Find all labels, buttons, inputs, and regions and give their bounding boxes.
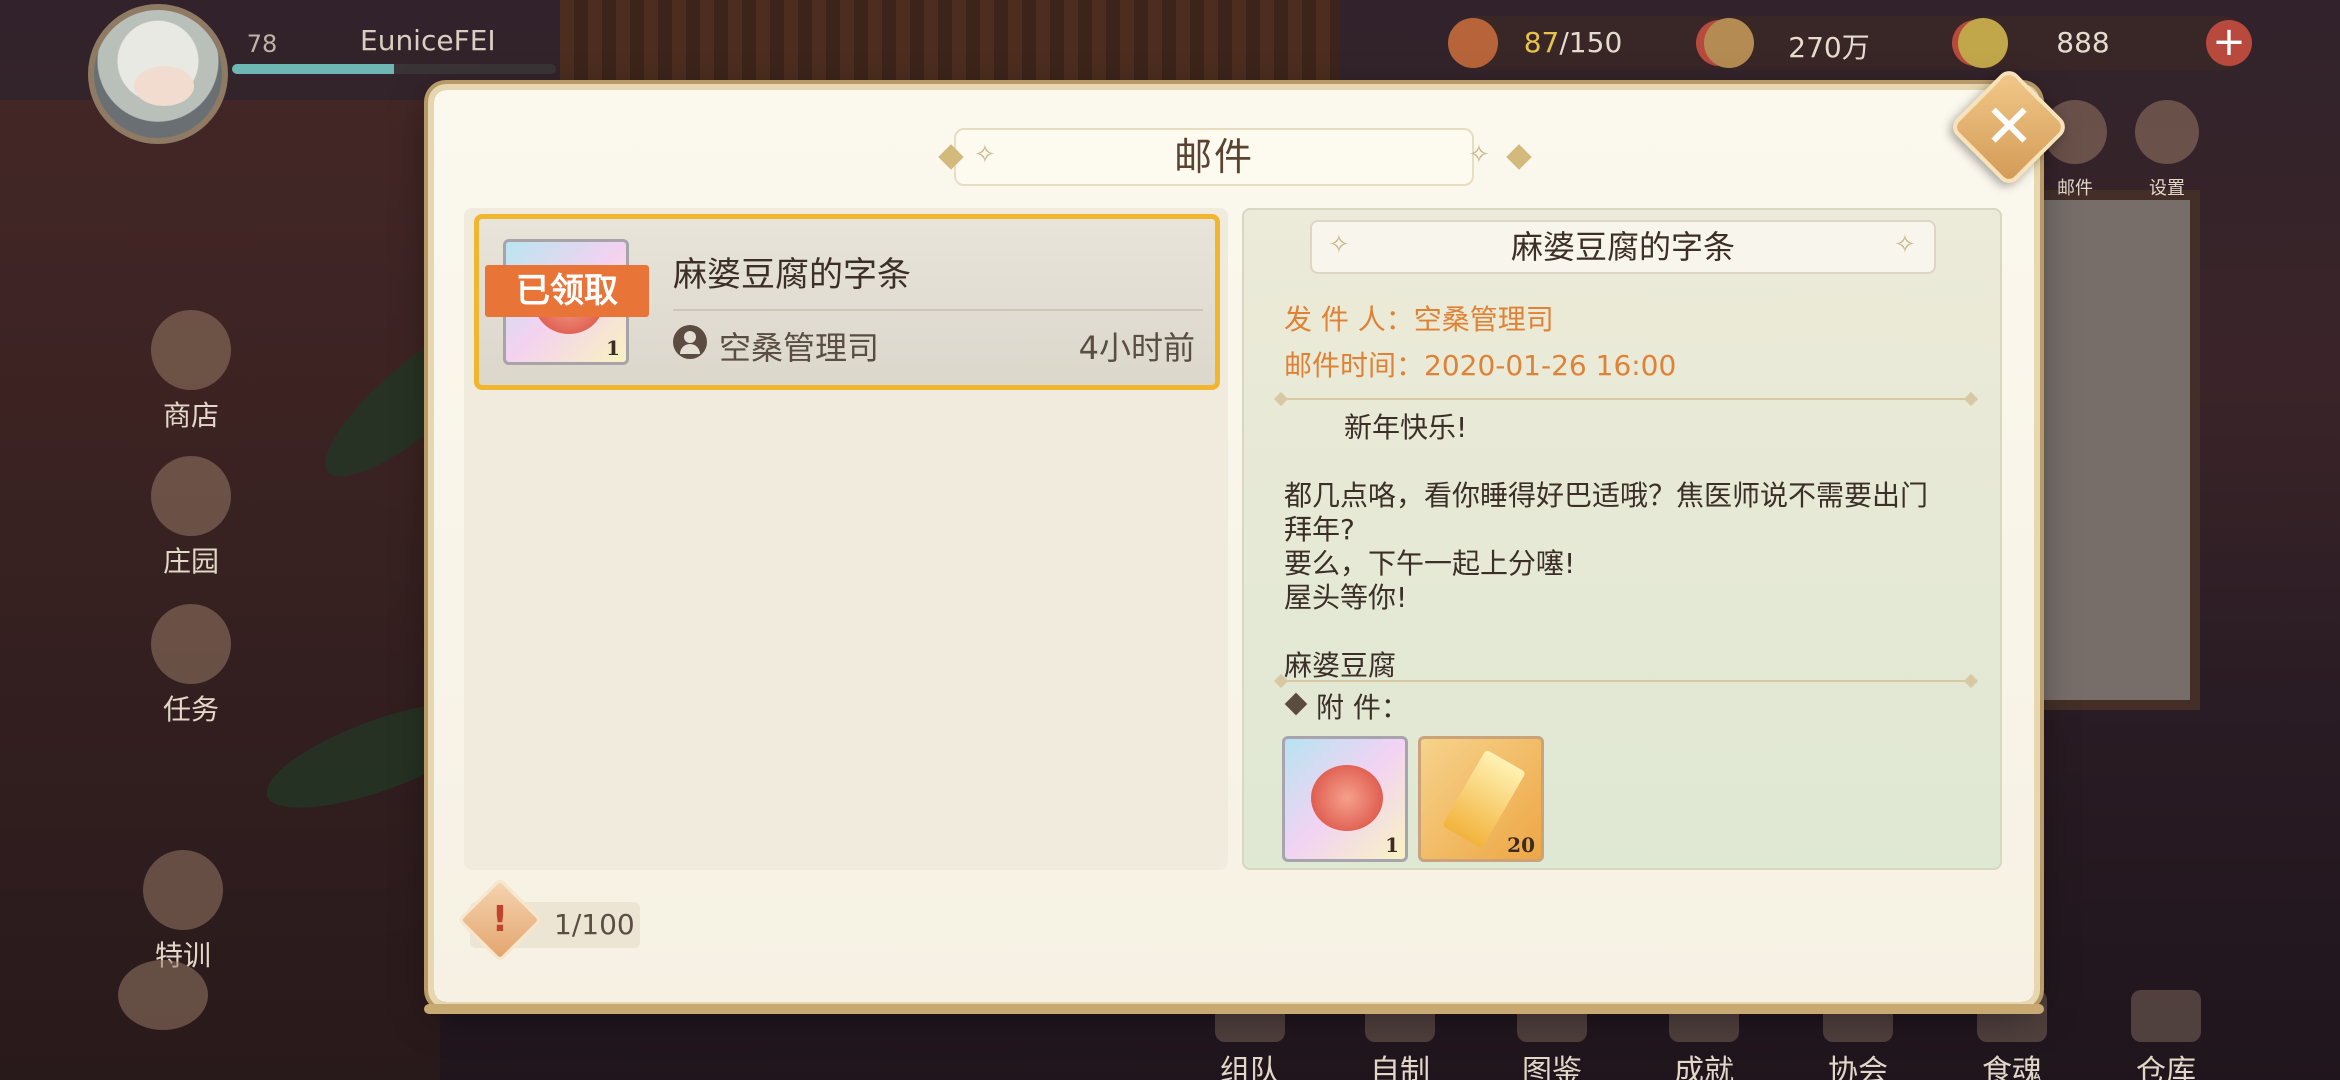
divider: [1280, 398, 1970, 400]
player-avatar[interactable]: [88, 4, 228, 144]
sparkle-icon: ✧: [974, 140, 996, 170]
attachment-item[interactable]: 1: [1282, 736, 1408, 862]
dialog-trim: [424, 1004, 2044, 1014]
shop-icon: [151, 310, 231, 390]
detail-time: 邮件时间：2020-01-26 16:00: [1284, 349, 1677, 382]
mail-list-item[interactable]: 1 已领取 麻婆豆腐的字条 空桑管理司 4小时前: [474, 214, 1220, 390]
guild-label: 协会: [1828, 1054, 1888, 1080]
avatar-face: [134, 66, 194, 106]
quest-label: 任务: [162, 693, 219, 726]
claimed-badge: 已领取: [485, 265, 649, 317]
gear-icon: [2135, 100, 2199, 164]
chat-button[interactable]: [108, 960, 218, 1034]
quest-icon: [151, 604, 231, 684]
warehouse-label: 仓库: [2136, 1054, 2196, 1080]
coins-value: 270万: [1788, 31, 1870, 64]
body-line: 都几点咯，看你睡得好巴适哦？焦医师说不需要出门: [1284, 479, 1929, 512]
gems-value: 888: [2056, 26, 2110, 59]
divider-ornament: [1963, 673, 1979, 689]
dialog-title-banner: 邮件: [954, 128, 1474, 186]
sparkle-icon: ✧: [1468, 140, 1490, 170]
chat-bubble-icon: [118, 960, 208, 1030]
manor-button[interactable]: 庄园: [136, 456, 246, 580]
team-label: 组队: [1220, 1054, 1280, 1080]
sparkle-icon: ✧: [1894, 230, 1916, 260]
mail-dialog: 邮件 ✧ ✧ 1 已领取 麻婆豆腐的字条 空桑管理司 4小时前 ! 1/100 …: [424, 90, 2044, 1014]
stamina-resource: 87/150 +: [1448, 16, 1742, 70]
manor-label: 庄园: [162, 545, 219, 578]
attachment-quantity: 20: [1507, 833, 1535, 857]
player-name: EuniceFEI: [360, 24, 496, 57]
body-line: 新年快乐!: [1344, 411, 1468, 444]
warehouse-icon: [2131, 990, 2201, 1042]
signature: 麻婆豆腐: [1284, 649, 1397, 682]
thumbnail-quantity: 1: [606, 336, 620, 360]
shop-button[interactable]: 商店: [136, 310, 246, 434]
detail-sender: 发 件 人：空桑管理司: [1284, 303, 1554, 336]
food-soul-label: 食魂: [1982, 1054, 2042, 1080]
divider: [1280, 680, 1970, 682]
mail-item-time: 4小时前: [1078, 329, 1195, 367]
mail-count: 1/100: [554, 908, 635, 941]
mail-item-sender: 空桑管理司: [719, 329, 880, 367]
user-icon-body: [680, 344, 700, 354]
training-icon: [143, 850, 223, 930]
mail-item-divider: [673, 309, 1203, 311]
pepper-charm-icon: [1311, 765, 1383, 831]
mail-detail-panel: 麻婆豆腐的字条 ✧ ✧ 发 件 人：空桑管理司 邮件时间：2020-01-26 …: [1242, 208, 2002, 870]
body-line: 屋头等你!: [1284, 581, 1408, 614]
detail-title-banner: 麻婆豆腐的字条: [1310, 220, 1936, 274]
quest-button[interactable]: 任务: [136, 604, 246, 728]
gems-resource: 888 +: [1958, 16, 2252, 70]
manor-icon: [151, 456, 231, 536]
shop-label: 商店: [162, 399, 219, 432]
coins-resource: 270万 +: [1704, 16, 1998, 70]
codex-label: 图鉴: [1522, 1054, 1582, 1080]
stamina-value: 87/150: [1452, 26, 1694, 59]
achievement-label: 成就: [1674, 1054, 1734, 1080]
banner-ornament-icon: [1506, 144, 1532, 170]
user-icon: [673, 325, 707, 359]
mail-item-title: 麻婆豆腐的字条: [673, 255, 911, 295]
exp-fill: [232, 64, 394, 74]
attachments-label: 附 件：: [1316, 691, 1409, 724]
warehouse-button[interactable]: 仓库: [2106, 990, 2226, 1080]
settings-label: 设置: [2149, 178, 2185, 199]
exp-bar: [232, 64, 556, 74]
mail-list[interactable]: 1 已领取 麻婆豆腐的字条 空桑管理司 4小时前: [464, 208, 1228, 870]
settings-button[interactable]: 设置: [2112, 100, 2222, 201]
close-icon[interactable]: ✕: [1966, 84, 2052, 170]
player-level: 78: [246, 30, 278, 58]
dialog-title: 邮件: [1173, 135, 1254, 179]
sparkle-icon: ✧: [1328, 230, 1350, 260]
training-button[interactable]: 特训: [128, 850, 238, 974]
divider-ornament: [1273, 391, 1289, 407]
gems-add-button[interactable]: +: [2206, 20, 2252, 66]
exclamation-glyph: !: [491, 899, 509, 940]
bullet-diamond-icon: [1284, 692, 1308, 716]
attachment-item[interactable]: 20: [1418, 736, 1544, 862]
attachment-quantity: 1: [1385, 833, 1399, 857]
craft-label: 自制: [1370, 1054, 1430, 1080]
stamina-max: /150: [1559, 26, 1623, 59]
detail-title: 麻婆豆腐的字条: [1510, 228, 1735, 266]
divider-ornament: [1963, 391, 1979, 407]
stamina-current: 87: [1523, 26, 1560, 59]
user-icon-head: [684, 331, 696, 343]
mail-nav-label: 邮件: [2057, 178, 2093, 199]
